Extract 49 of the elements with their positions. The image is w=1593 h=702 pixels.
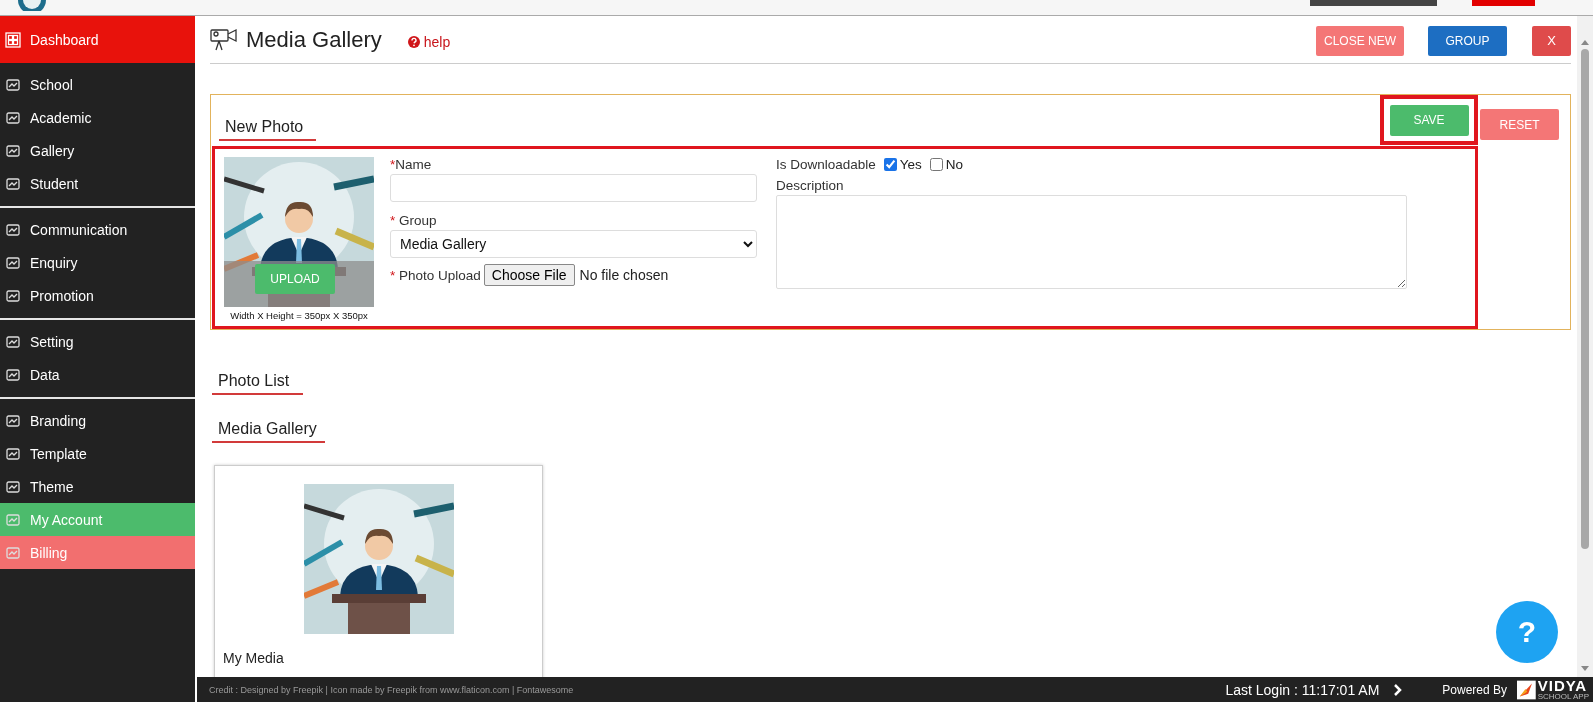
checkbox[interactable]	[929, 158, 943, 171]
sidebar-item[interactable]: Template	[0, 437, 195, 470]
field-label: *Name	[390, 157, 433, 172]
page-title: Media Gallery	[246, 26, 382, 53]
sidebar-item[interactable]: School	[0, 68, 195, 101]
sidebar-item[interactable]: Dashboard	[0, 16, 195, 63]
sidebar-item[interactable]: Setting	[0, 325, 195, 358]
sidebar-item[interactable]: Communication	[0, 213, 195, 246]
sidebar-item[interactable]: Student	[0, 167, 195, 200]
section-heading: New Photo	[219, 118, 317, 141]
rocket-logo-icon	[1517, 679, 1536, 700]
field-label: * Photo Upload	[390, 267, 481, 283]
card-caption: My Media	[223, 650, 284, 666]
help-link[interactable]: help	[407, 33, 451, 50]
sidebar-item[interactable]: Promotion	[0, 279, 195, 312]
scroll-down-icon	[1581, 666, 1589, 671]
question-icon	[407, 35, 420, 48]
field-label: Description	[776, 178, 845, 193]
checkbox[interactable]	[883, 158, 897, 171]
file-status: No file chosen	[579, 267, 669, 283]
section-heading: Media Gallery	[212, 420, 325, 443]
field-label: * Group	[390, 213, 438, 228]
size-hint: Width X Height = 350px X 350px	[230, 310, 368, 321]
scroll-up-icon	[1581, 40, 1589, 45]
logo-icon	[18, 0, 46, 11]
sidebar-item[interactable]: Theme	[0, 470, 195, 503]
video-camera-icon	[210, 27, 238, 52]
description-field[interactable]	[776, 195, 1407, 289]
sidebar-item[interactable]: Enquiry	[0, 246, 195, 279]
logo-name: VIDYA	[1537, 678, 1589, 693]
chevron-right-icon[interactable]	[1393, 683, 1403, 696]
sidebar-item[interactable]: Branding	[0, 404, 195, 437]
field-label: Is Downloadable	[776, 157, 876, 172]
option-label: No	[945, 157, 964, 172]
logo-tagline: SCHOOL APP	[1537, 693, 1589, 701]
name-field[interactable]	[390, 174, 757, 202]
sidebar-item[interactable]: Gallery	[0, 134, 195, 167]
last-login: Last Login : 11:17:01 AM	[1225, 681, 1380, 698]
header-button[interactable]: GROUP	[1428, 25, 1507, 56]
option-label: Yes	[899, 157, 922, 172]
group-select[interactable]: Media Gallery	[390, 230, 757, 258]
sidebar-item[interactable]: Data	[0, 358, 195, 391]
powered-by: Powered By	[1442, 682, 1507, 697]
choose-file-button[interactable]: Choose File	[483, 264, 575, 286]
header-button[interactable]: X	[1532, 25, 1571, 56]
section-heading: Photo List	[212, 372, 304, 395]
credit-text: Credit : Designed by Freepik | Icon made by Freepik from www.flaticon.com | Fontawesome	[209, 684, 574, 695]
scrollbar[interactable]	[1577, 16, 1593, 677]
sidebar-item[interactable]: Academic	[0, 101, 195, 134]
